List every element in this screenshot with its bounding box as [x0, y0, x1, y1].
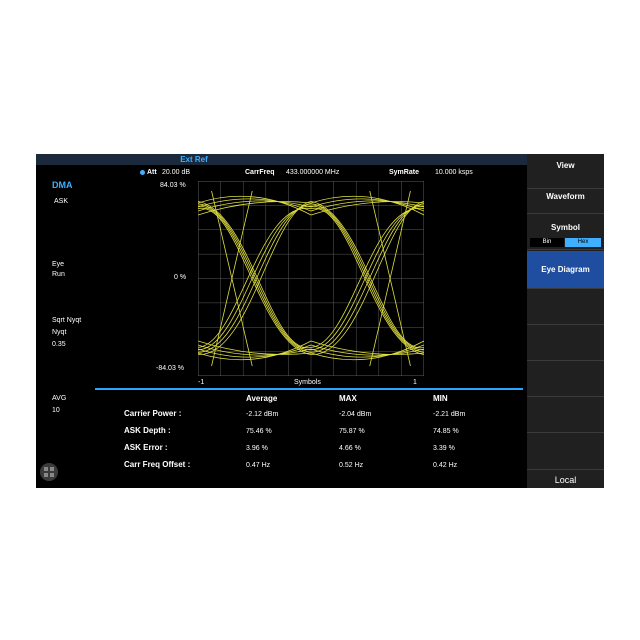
eye-trace-rise — [310, 201, 424, 356]
col-min: MIN — [433, 394, 448, 403]
eye-trace-rise — [198, 205, 312, 351]
eye-trace-rise — [310, 208, 424, 348]
row-max: 0.52 Hz — [339, 462, 364, 469]
x-axis-label: Symbols — [294, 379, 321, 386]
results-separator — [95, 388, 523, 390]
x-right-label: 1 — [413, 379, 417, 386]
mode-label: DMA — [52, 180, 73, 190]
eye-trace-rise — [198, 203, 312, 353]
eye-trace-fall — [310, 201, 424, 348]
local-button[interactable]: Local — [527, 472, 604, 488]
eye-trace-fall — [310, 208, 424, 355]
softkey-empty-4[interactable] — [527, 397, 604, 433]
modulation-label: ASK — [54, 198, 69, 205]
y-mid-label: 0 % — [174, 274, 187, 281]
row-avg: -2.12 dBm — [246, 411, 279, 418]
row-avg: 0.47 Hz — [246, 462, 271, 469]
eye-trace-rise — [198, 208, 312, 348]
col-average: Average — [246, 394, 278, 403]
row-label: ASK Error : — [124, 443, 168, 452]
filter-label: Sqrt Nyqt — [52, 317, 82, 324]
eye-trace-rise — [310, 203, 424, 353]
eye-trace-fall — [310, 205, 424, 353]
row-min: 74.85 % — [433, 428, 459, 435]
softkey-empty-1[interactable] — [527, 289, 604, 325]
softkey-empty-5[interactable] — [527, 433, 604, 470]
softkey-empty-3[interactable] — [527, 361, 604, 397]
symbol-label: Symbol — [551, 223, 580, 232]
row-avg: 3.96 % — [246, 445, 268, 452]
y-top-label: 84.03 % — [160, 182, 186, 189]
symrate-label: SymRate — [389, 169, 419, 176]
row-label: ASK Depth : — [124, 426, 171, 435]
att-value: 20.00 dB — [162, 169, 191, 176]
eye-trace-rise — [198, 201, 312, 356]
row-max: 75.87 % — [339, 428, 365, 435]
row-avg: 75.46 % — [246, 428, 272, 435]
carrfreq-label: CarrFreq — [245, 169, 275, 176]
eye-trace-fall — [198, 205, 312, 353]
symrate-value: 10.000 ksps — [435, 169, 473, 176]
eye-state: Run — [52, 271, 65, 278]
eye-trace-fall — [310, 203, 424, 351]
alpha-value: 0.35 — [52, 341, 66, 348]
eye-trace-fall — [198, 203, 312, 351]
row-min: 0.42 Hz — [433, 462, 458, 469]
row-max: -2.04 dBm — [339, 411, 372, 418]
eye-diagram-button[interactable]: Eye Diagram — [527, 251, 604, 289]
row-label: Carr Freq Offset : — [124, 460, 191, 469]
softkey-empty-2[interactable] — [527, 325, 604, 361]
att-label: Att — [147, 169, 157, 176]
carrfreq-value: 433.000000 MHz — [286, 169, 340, 176]
eye-label: Eye — [52, 261, 65, 268]
row-min: 3.39 % — [433, 445, 455, 452]
softkey-menu: View Waveform Symbol Bin Hex Eye Diagram… — [527, 154, 604, 488]
eye-trace-fall — [198, 208, 312, 355]
filter-value: Nyqt — [52, 329, 67, 336]
waveform-button[interactable]: Waveform — [527, 179, 604, 214]
bin-option[interactable]: Bin — [530, 238, 564, 247]
avg-label: AVG — [52, 395, 67, 402]
eye-trace-fall — [198, 201, 312, 348]
hex-option[interactable]: Hex — [565, 238, 601, 247]
eye-diagram-plot[interactable] — [198, 181, 424, 376]
apps-grid-icon[interactable] — [40, 463, 58, 481]
eye-trace-rise — [310, 205, 424, 351]
y-bottom-label: -84.03 % — [156, 365, 185, 372]
att-dot-icon — [140, 170, 145, 175]
row-min: -2.21 dBm — [433, 411, 466, 418]
analyzer-screen: Ext Ref Att 20.00 dB CarrFreq 433.000000… — [36, 154, 604, 488]
avg-value: 10 — [52, 407, 60, 414]
x-left-label: -1 — [198, 379, 205, 386]
row-max: 4.66 % — [339, 445, 361, 452]
row-label: Carrier Power : — [124, 409, 182, 418]
col-max: MAX — [339, 394, 357, 403]
ext-ref-indicator[interactable]: Ext Ref — [164, 154, 224, 165]
top-tab-bar: Ext Ref — [36, 154, 527, 165]
